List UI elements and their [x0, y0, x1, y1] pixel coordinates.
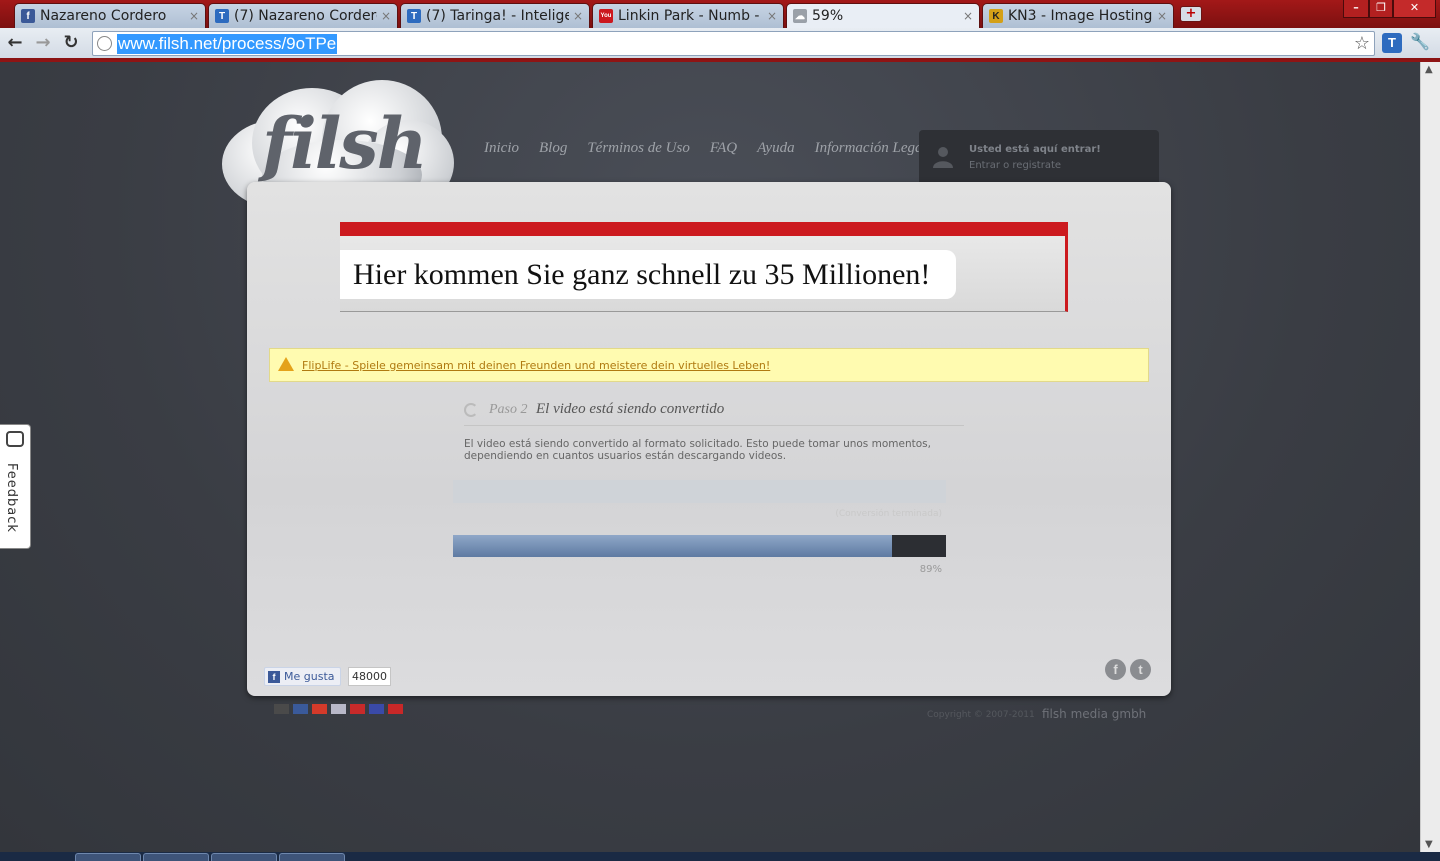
- windows-taskbar: [0, 852, 1440, 861]
- megaphone-icon: [6, 431, 24, 447]
- close-tab-icon[interactable]: ×: [189, 9, 199, 23]
- facebook-share-icon[interactable]: f: [1105, 659, 1126, 680]
- nav-blog[interactable]: Blog: [539, 140, 567, 157]
- spinner-icon: [464, 403, 478, 417]
- main-panel: Hier kommen Sie ganz schnell zu 35 Milli…: [247, 182, 1171, 696]
- address-bar[interactable]: www.filsh.net/process/9oTPe ☆: [92, 31, 1375, 56]
- facebook-icon: f: [268, 670, 280, 683]
- step-label: Paso 2: [489, 402, 528, 417]
- close-tab-icon[interactable]: ×: [573, 9, 583, 23]
- close-tab-icon[interactable]: ×: [963, 9, 973, 23]
- flag-turkish-icon[interactable]: [388, 704, 403, 714]
- flag-english-icon[interactable]: [293, 704, 308, 714]
- nav-inicio[interactable]: Inicio: [484, 140, 519, 157]
- close-window-button[interactable]: ✕: [1393, 0, 1436, 18]
- tab-label: (7) Nazareno Cordero: [234, 8, 377, 24]
- youtube-icon: You: [599, 9, 613, 23]
- ad-banner[interactable]: Hier kommen Sie ganz schnell zu 35 Milli…: [340, 222, 1068, 312]
- login-title: Usted está aquí entrar!: [969, 144, 1101, 155]
- facebook-like-button[interactable]: f Me gusta: [264, 667, 341, 686]
- page-content: filsh Inicio Blog Términos de Uso FAQ Ay…: [0, 62, 1420, 852]
- taringa-icon: T: [215, 9, 229, 23]
- notice-link[interactable]: FlipLife - Spiele gemeinsam mit deinen F…: [302, 359, 770, 372]
- close-tab-icon[interactable]: ×: [1157, 9, 1167, 23]
- tab-strip: f Nazareno Cordero × T (7) Nazareno Cord…: [0, 0, 1440, 28]
- twitter-share-icon[interactable]: t: [1130, 659, 1151, 680]
- kn3-icon: K: [989, 9, 1003, 23]
- reload-button[interactable]: ↻: [60, 32, 82, 54]
- cloud-icon: ☁: [793, 9, 807, 23]
- feedback-tab[interactable]: Feedback: [0, 424, 31, 549]
- taskbar-item[interactable]: [211, 853, 277, 861]
- taskbar-item[interactable]: [143, 853, 209, 861]
- flag-polish-icon[interactable]: [350, 704, 365, 714]
- logo-text: filsh: [262, 102, 428, 185]
- flag-german-icon[interactable]: [274, 704, 289, 714]
- minimize-button[interactable]: –: [1343, 0, 1369, 18]
- taskbar-item[interactable]: [279, 853, 345, 861]
- flag-french-icon[interactable]: [331, 704, 346, 714]
- tab-youtube[interactable]: You Linkin Park - Numb - Y ×: [592, 3, 784, 28]
- conversion-status-label: (Conversión terminada): [835, 509, 942, 519]
- facebook-icon: f: [21, 9, 35, 23]
- tab-label: 59%: [812, 8, 844, 24]
- feedback-label: Feedback: [4, 463, 19, 533]
- scroll-down-icon[interactable]: ▼: [1425, 839, 1433, 850]
- tab-label: Nazareno Cordero: [40, 8, 167, 24]
- company-name[interactable]: filsh media gmbh: [1042, 707, 1146, 721]
- user-icon: [933, 147, 953, 168]
- nav-terminos[interactable]: Términos de Uso: [587, 140, 690, 157]
- tab-filsh[interactable]: ☁ 59% ×: [786, 3, 980, 28]
- warning-icon: [278, 357, 294, 371]
- conversion-progress-bar: [453, 480, 946, 503]
- ad-text[interactable]: Hier kommen Sie ganz schnell zu 35 Milli…: [340, 250, 957, 299]
- flag-spanish-icon[interactable]: [312, 704, 327, 714]
- tab-taringa[interactable]: T (7) Taringa! - Inteligen ×: [400, 3, 590, 28]
- tab-label: (7) Taringa! - Inteligen: [426, 8, 569, 24]
- like-count: 48000: [348, 667, 391, 686]
- copyright-text: Copyright © 2007-2011: [927, 710, 1035, 720]
- download-progress-bar: [453, 535, 946, 557]
- tab-kn3[interactable]: K KN3 - Image Hosting ×: [982, 3, 1174, 28]
- browser-chrome: f Nazareno Cordero × T (7) Nazareno Cord…: [0, 0, 1440, 62]
- browser-toolbar: ← → ↻ www.filsh.net/process/9oTPe ☆ T 🔧: [0, 28, 1440, 60]
- taringa-icon: T: [407, 9, 421, 23]
- download-progress-percent: 89%: [919, 564, 942, 575]
- globe-icon: [97, 36, 112, 51]
- nav-ayuda[interactable]: Ayuda: [757, 140, 795, 157]
- url-text[interactable]: www.filsh.net/process/9oTPe: [117, 34, 338, 54]
- bookmark-star-icon[interactable]: ☆: [1354, 33, 1370, 54]
- scroll-up-icon[interactable]: ▲: [1425, 64, 1433, 75]
- main-nav: Inicio Blog Términos de Uso FAQ Ayuda In…: [484, 140, 927, 157]
- tab-taringa-profile[interactable]: T (7) Nazareno Cordero ×: [208, 3, 398, 28]
- maximize-button[interactable]: ❐: [1369, 0, 1393, 18]
- close-tab-icon[interactable]: ×: [381, 9, 391, 23]
- language-flags: [274, 704, 403, 714]
- forward-button[interactable]: →: [32, 32, 54, 54]
- tab-label: KN3 - Image Hosting: [1008, 8, 1153, 24]
- step-title: El video está siendo convertido: [536, 401, 725, 417]
- login-register-link[interactable]: Entrar o registrate: [969, 160, 1061, 171]
- login-box[interactable]: Usted está aquí entrar! Entrar o registr…: [919, 130, 1159, 182]
- taringa-extension-icon[interactable]: T: [1382, 33, 1402, 53]
- step-header: Paso 2 El video está siendo convertido: [464, 400, 964, 426]
- nav-informacion-legal[interactable]: Información Legal: [815, 140, 927, 157]
- page-scrollbar[interactable]: ▲ ▼: [1420, 62, 1440, 852]
- like-label: Me gusta: [284, 670, 335, 683]
- close-tab-icon[interactable]: ×: [767, 9, 777, 23]
- step-description: El video está siendo convertido al forma…: [464, 438, 931, 462]
- nav-faq[interactable]: FAQ: [710, 140, 737, 157]
- download-progress-fill: [453, 535, 892, 557]
- wrench-menu-icon[interactable]: 🔧: [1410, 33, 1430, 53]
- new-tab-button[interactable]: +: [1180, 6, 1202, 22]
- flag-russian-icon[interactable]: [369, 704, 384, 714]
- tab-facebook[interactable]: f Nazareno Cordero ×: [14, 3, 206, 28]
- back-button[interactable]: ←: [4, 32, 26, 54]
- notice-bar: FlipLife - Spiele gemeinsam mit deinen F…: [269, 348, 1149, 382]
- taskbar-item[interactable]: [75, 853, 141, 861]
- tab-label: Linkin Park - Numb - Y: [618, 8, 763, 24]
